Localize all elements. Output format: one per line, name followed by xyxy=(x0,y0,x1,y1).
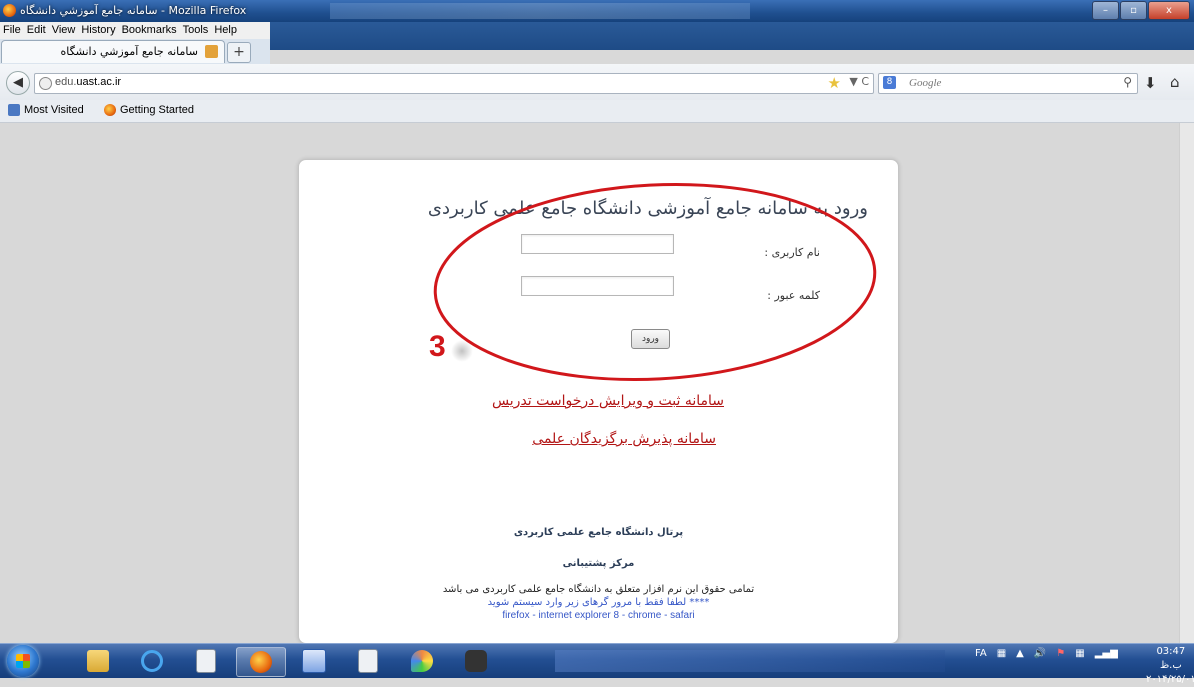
blurred-region xyxy=(330,3,750,19)
bookmarks-toolbar: Most Visited Getting Started xyxy=(0,100,1194,123)
system-tray: FA ▦ ▲ 🔊 ⚑ ▦ ▂▄▆ xyxy=(975,648,1118,659)
menu-help[interactable]: Help xyxy=(211,22,240,39)
back-arrow-icon[interactable]: ◀ xyxy=(6,71,30,95)
document-icon xyxy=(196,649,216,673)
search-box[interactable]: 8 Google ⚲ xyxy=(878,73,1138,94)
network-icon[interactable]: ▦ xyxy=(1075,648,1084,659)
star-icon[interactable]: ★ xyxy=(828,74,841,92)
paint-icon xyxy=(411,650,433,672)
signal-icon[interactable]: ▂▄▆ xyxy=(1095,648,1118,659)
clock-time: 03:47 ب.ظ xyxy=(1156,646,1186,671)
word-icon xyxy=(302,649,326,673)
clock-date: ۲۰۱۴/۲۵/۰۱ xyxy=(1146,674,1194,685)
taskbar-camera[interactable] xyxy=(452,647,500,675)
system-clock[interactable]: 03:47 ب.ظ ۲۰۱۴/۲۵/۰۱ xyxy=(1146,645,1194,687)
show-hidden-icons-icon[interactable]: ▲ xyxy=(1016,648,1024,659)
taskbar-calc[interactable] xyxy=(182,647,230,675)
menu-view[interactable]: View xyxy=(49,22,79,39)
folder-icon xyxy=(87,650,109,672)
menu-history[interactable]: History xyxy=(78,22,118,39)
elite-admission-link[interactable]: سامانه پذیرش برگزیدگان علمی xyxy=(532,431,716,447)
annotation-number: 3 xyxy=(429,330,446,363)
bookmark-most-visited[interactable]: Most Visited xyxy=(8,104,84,116)
page-viewport: ورود به سامانه جامع آموزشی دانشگاه جامع … xyxy=(0,123,1194,644)
windows-taskbar: FA ▦ ▲ 🔊 ⚑ ▦ ▂▄▆ 03:47 ب.ظ ۲۰۱۴/۲۵/۰۱ xyxy=(0,643,1194,685)
close-button[interactable]: x xyxy=(1148,1,1190,20)
window-title: سامانه جامع آموزشي دانشگاه - Mozilla Fir… xyxy=(20,4,247,17)
most-visited-icon xyxy=(8,104,20,116)
login-card: ورود به سامانه جامع آموزشی دانشگاه جامع … xyxy=(298,159,899,644)
bookmark-label: Most Visited xyxy=(24,104,84,116)
site-favicon-icon xyxy=(205,45,218,58)
firefox-icon xyxy=(104,104,116,116)
bookmark-getting-started[interactable]: Getting Started xyxy=(104,104,194,116)
new-tab-button[interactable]: + xyxy=(227,42,251,63)
firefox-icon xyxy=(250,651,272,673)
download-icon[interactable]: ⬇ xyxy=(1144,74,1157,92)
url-text: edu.uast.ac.ir xyxy=(55,76,122,88)
tab-title: سامانه جامع آموزشي دانشگاه xyxy=(60,45,198,58)
browser-tab[interactable]: سامانه جامع آموزشي دانشگاه xyxy=(1,40,225,63)
keyboard-icon[interactable]: ▦ xyxy=(997,648,1006,659)
windows-start-icon[interactable] xyxy=(7,645,39,677)
supported-browsers: firefox - internet explorer 8 - chrome -… xyxy=(502,610,695,621)
blurred-region xyxy=(555,650,945,672)
taskbar-ie[interactable] xyxy=(128,647,176,675)
minimize-button[interactable]: – xyxy=(1092,1,1119,20)
menu-bookmarks[interactable]: Bookmarks xyxy=(119,22,180,39)
taskbar-paint[interactable] xyxy=(398,647,446,675)
bookmark-label: Getting Started xyxy=(120,104,194,116)
window-title-bar: سامانه جامع آموزشي دانشگاه - Mozilla Fir… xyxy=(0,0,1194,22)
menu-file[interactable]: File xyxy=(0,22,24,39)
internet-explorer-icon xyxy=(141,650,163,672)
annotation-shadow xyxy=(451,340,473,362)
browser-notice: **** لطفا فقط با مرور گرهای زیر وارد سیس… xyxy=(487,597,710,608)
search-icon[interactable]: ⚲ xyxy=(1123,75,1132,89)
portal-link[interactable]: پرتال دانشگاه جامع علمی کاربردی xyxy=(299,527,898,538)
menu-bar: File Edit View History Bookmarks Tools Help xyxy=(0,22,270,40)
firefox-icon xyxy=(3,4,16,17)
taskbar-calc2[interactable] xyxy=(344,647,392,675)
taskbar-word[interactable] xyxy=(290,647,338,675)
globe-icon xyxy=(39,77,52,90)
taskbar-explorer[interactable] xyxy=(74,647,122,675)
document-icon xyxy=(358,649,378,673)
vertical-scrollbar[interactable] xyxy=(1179,123,1194,643)
reload-icon[interactable]: ▼ C xyxy=(849,75,869,88)
language-indicator[interactable]: FA xyxy=(975,648,987,659)
menu-edit[interactable]: Edit xyxy=(24,22,49,39)
volume-icon[interactable]: 🔊 xyxy=(1034,648,1046,659)
menu-tools[interactable]: Tools xyxy=(180,22,212,39)
navigation-toolbar: ◀ edu.uast.ac.ir ★ ▼ C 8 Google ⚲ ⬇ ⌂ xyxy=(0,64,1194,101)
copyright-text: تمامی حقوق این نرم افزار متعلق به دانشگا… xyxy=(442,584,755,595)
home-icon[interactable]: ⌂ xyxy=(1170,73,1180,91)
action-center-icon[interactable]: ⚑ xyxy=(1056,648,1065,659)
address-bar[interactable]: edu.uast.ac.ir ★ ▼ C xyxy=(34,73,874,94)
tab-strip: سامانه جامع آموزشي دانشگاه + xyxy=(0,39,270,64)
camera-icon xyxy=(465,650,487,672)
title-bar-glass xyxy=(270,22,1194,50)
maximize-button[interactable]: ▫ xyxy=(1120,1,1147,20)
taskbar-firefox[interactable] xyxy=(236,647,286,677)
window-controls: – ▫ x xyxy=(1091,1,1190,20)
red-annotation-ellipse xyxy=(433,182,877,382)
support-center-link[interactable]: مرکز پشتیبانی xyxy=(299,558,898,569)
teaching-request-link[interactable]: سامانه ثبت و ویرایش درخواست تدریس xyxy=(492,393,724,409)
google-engine-icon[interactable]: 8 xyxy=(883,76,896,89)
search-placeholder: Google xyxy=(909,77,942,89)
